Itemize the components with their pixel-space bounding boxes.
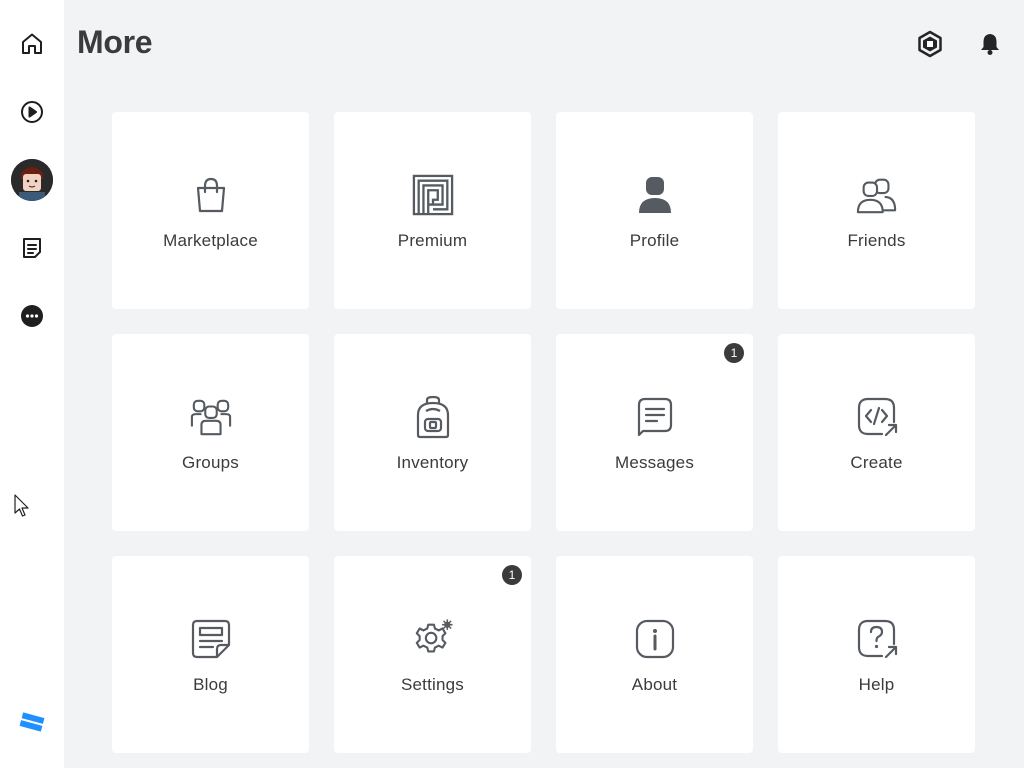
- tile-profile[interactable]: Profile: [556, 112, 753, 309]
- help-icon: [856, 618, 898, 660]
- messages-icon: [634, 396, 676, 438]
- shopping-bag-icon: [190, 174, 232, 216]
- more-menu-grid: Marketplace Premium Profile Friends Grou…: [112, 112, 975, 753]
- tile-about[interactable]: About: [556, 556, 753, 753]
- sidebar: [0, 0, 64, 768]
- chat-icon[interactable]: [12, 228, 52, 268]
- tile-marketplace[interactable]: Marketplace: [112, 112, 309, 309]
- tile-label: Help: [858, 675, 895, 694]
- tile-friends[interactable]: Friends: [778, 112, 975, 309]
- mouse-cursor-icon: [14, 494, 30, 523]
- tile-create[interactable]: Create: [778, 334, 975, 531]
- notification-badge: 1: [724, 343, 744, 363]
- page-title: More: [77, 24, 153, 60]
- avatar[interactable]: [11, 159, 53, 201]
- backpack-icon: [412, 395, 454, 439]
- tile-label: Blog: [193, 675, 228, 694]
- roblox-logo[interactable]: [12, 702, 52, 742]
- tile-label: Groups: [182, 453, 239, 472]
- tile-label: Premium: [397, 231, 468, 250]
- profile-icon: [634, 174, 676, 216]
- home-icon[interactable]: [12, 24, 52, 64]
- settings-gear-icon: [412, 618, 454, 660]
- tile-label: Create: [850, 453, 903, 472]
- premium-icon: [412, 174, 454, 216]
- create-code-icon: [856, 396, 898, 438]
- robux-icon[interactable]: [914, 28, 946, 60]
- tile-groups[interactable]: Groups: [112, 334, 309, 531]
- tile-premium[interactable]: Premium: [334, 112, 531, 309]
- tile-label: Profile: [629, 231, 680, 250]
- blog-icon: [190, 618, 232, 660]
- tile-label: Messages: [614, 453, 695, 472]
- tile-messages[interactable]: Messages 1: [556, 334, 753, 531]
- tile-label: Marketplace: [163, 231, 258, 250]
- tile-label: About: [631, 675, 678, 694]
- notifications-bell-icon[interactable]: [974, 28, 1006, 60]
- tile-blog[interactable]: Blog: [112, 556, 309, 753]
- notification-badge: 1: [502, 565, 522, 585]
- play-icon[interactable]: [12, 92, 52, 132]
- tile-label: Inventory: [396, 453, 469, 472]
- tile-label: Friends: [847, 231, 906, 250]
- tile-settings[interactable]: Settings 1: [334, 556, 531, 753]
- tile-inventory[interactable]: Inventory: [334, 334, 531, 531]
- friends-icon: [856, 174, 898, 216]
- tile-help[interactable]: Help: [778, 556, 975, 753]
- tile-label: Settings: [400, 675, 465, 694]
- more-icon[interactable]: [12, 296, 52, 336]
- groups-icon: [190, 396, 232, 438]
- info-icon: [634, 618, 676, 660]
